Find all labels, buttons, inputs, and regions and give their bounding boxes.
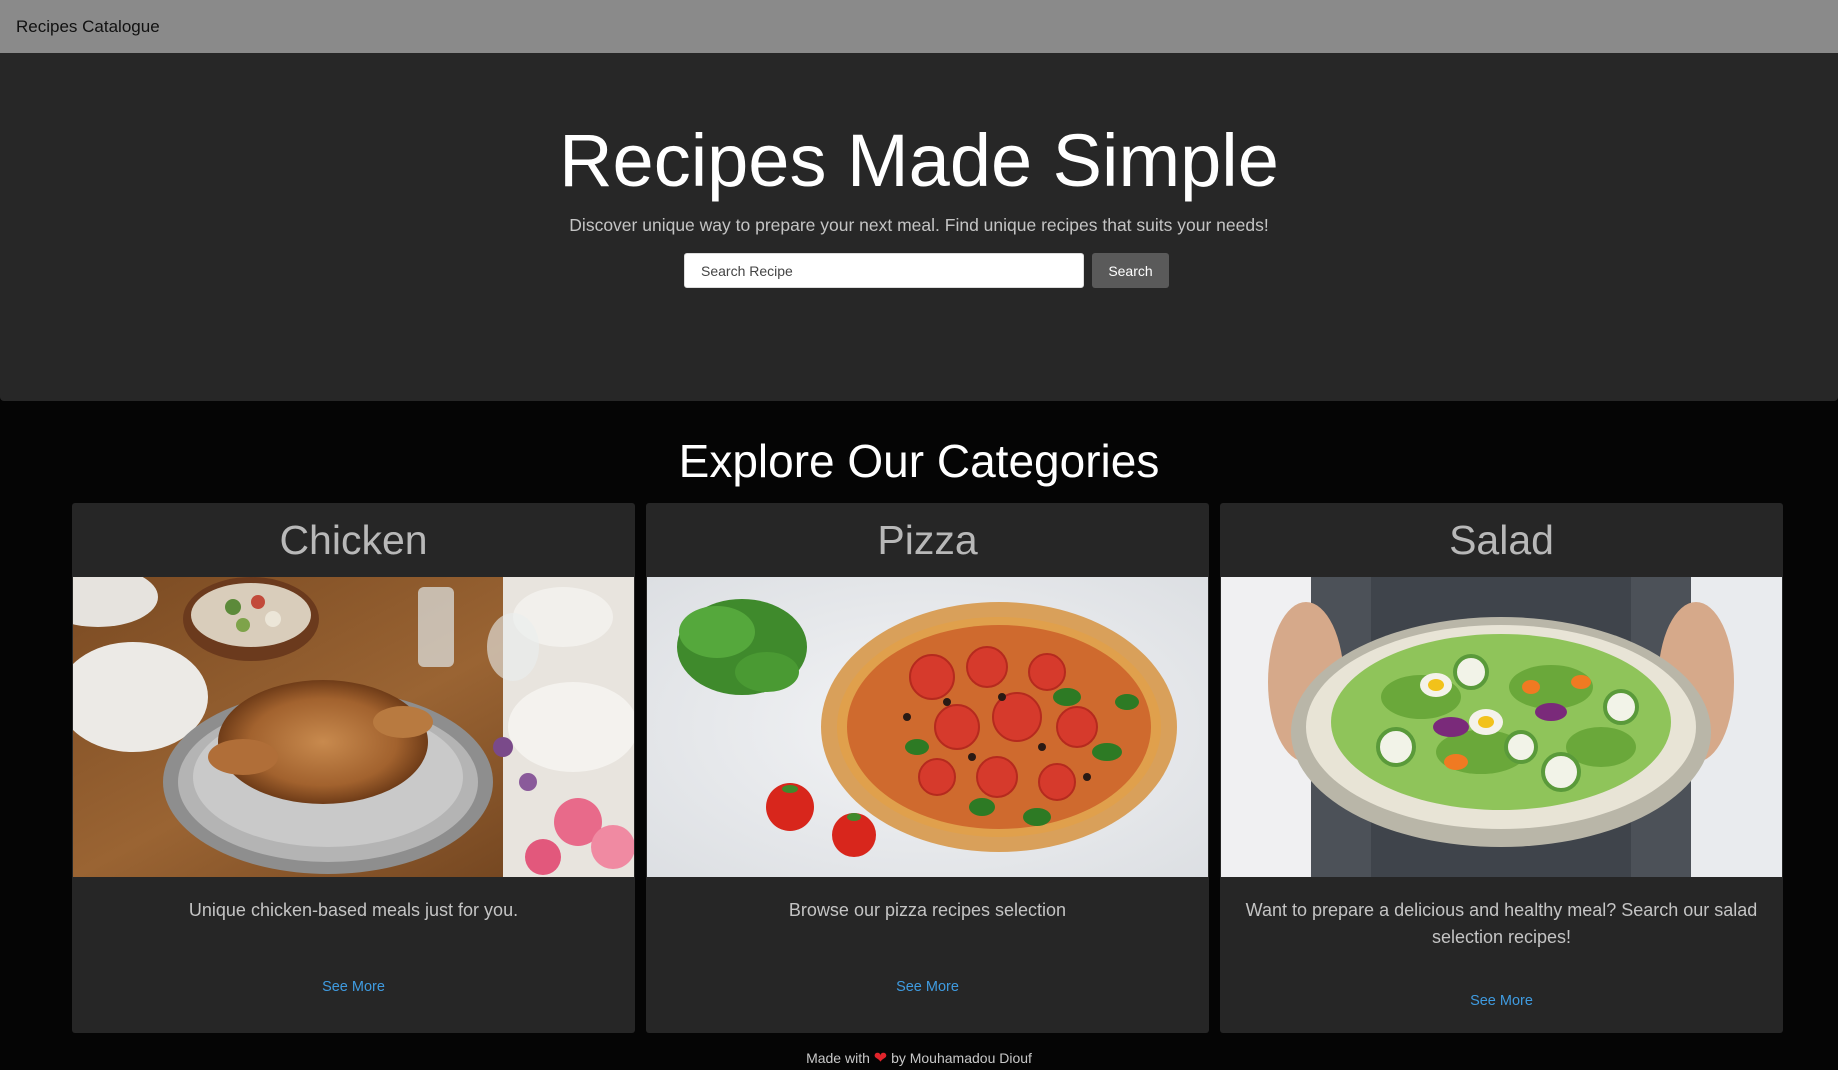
salad-photo (1221, 577, 1782, 877)
footer-author: by Mouhamadou Diouf (891, 1050, 1032, 1066)
roast-chicken-photo (73, 577, 634, 877)
hero-title: Recipes Made Simple (559, 119, 1279, 202)
search-input[interactable] (684, 253, 1084, 288)
categories-title: Explore Our Categories (678, 435, 1160, 487)
search-button[interactable]: Search (1092, 253, 1169, 288)
hero-jumbotron: Recipes Made Simple Discover unique way … (0, 53, 1838, 401)
search-form: Search (684, 253, 1169, 289)
category-card-chicken: Chicken Unique chicken-based meals just … (72, 503, 635, 1033)
heart-icon: ❤ (873, 1050, 888, 1067)
see-more-link[interactable]: See More (72, 979, 635, 995)
footer: Made with ❤ by Mouhamadou Diouf (0, 1048, 1838, 1068)
see-more-link[interactable]: See More (646, 979, 1209, 995)
see-more-link[interactable]: See More (1220, 993, 1783, 1009)
card-description: Unique chicken-based meals just for you. (188, 900, 519, 920)
navbar: Recipes Catalogue (0, 0, 1838, 53)
brand-link[interactable]: Recipes Catalogue (16, 17, 160, 37)
footer-prefix: Made with (806, 1050, 870, 1066)
card-title: Salad (1449, 516, 1554, 563)
card-title: Chicken (279, 516, 428, 563)
category-card-pizza: Pizza Browse our pizza recipes selection… (646, 503, 1209, 1033)
card-title: Pizza (877, 516, 978, 563)
card-description: Want to prepare a delicious and healthy … (1245, 900, 1758, 947)
category-card-salad: Salad Want to prepare a delicious and he… (1220, 503, 1783, 1033)
hero-subtitle: Discover unique way to prepare your next… (569, 215, 1269, 235)
pizza-photo (647, 577, 1208, 877)
card-description: Browse our pizza recipes selection (788, 900, 1067, 920)
category-cards: Chicken Unique chicken-based meals just … (72, 503, 1783, 1033)
